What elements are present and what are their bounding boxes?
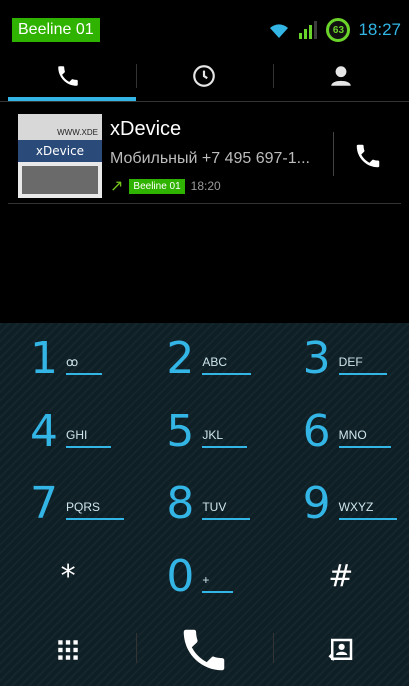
photo-website-text: WWW.XDE bbox=[57, 128, 98, 137]
signal-icon bbox=[299, 21, 318, 39]
phone-icon bbox=[58, 66, 78, 86]
status-bar: Beeline 01 63 18:27 bbox=[0, 0, 409, 42]
call-divider bbox=[333, 132, 334, 176]
call-time: 18:20 bbox=[190, 179, 221, 193]
sim-badge: Beeline 01 bbox=[129, 178, 185, 194]
call-button[interactable] bbox=[136, 613, 272, 686]
key-letters: TUV bbox=[202, 500, 251, 521]
key-5[interactable]: 5 JKL bbox=[136, 396, 272, 469]
contact-name: xDevice bbox=[110, 118, 182, 140]
dialpad-toggle-button[interactable] bbox=[0, 613, 136, 686]
contact-number: Мобильный +7 495 697-1... bbox=[110, 150, 310, 167]
call-log-entry[interactable]: WWW.XDE xDevice xDevice Мобильный +7 495… bbox=[0, 108, 409, 204]
tab-contacts[interactable] bbox=[272, 50, 409, 102]
key-digit: 0 bbox=[166, 550, 195, 602]
key-letters: DEF bbox=[338, 355, 387, 376]
call-meta: ↗ Beeline 01 18:20 bbox=[110, 176, 221, 196]
tab-call-log[interactable] bbox=[136, 50, 272, 102]
key-digit: 6 bbox=[302, 405, 331, 457]
dialpad: 1 ꝏ 2 ABC 3 DEF 4 GHI 5 JKL 6 MNO 7 PQRS… bbox=[0, 323, 409, 686]
key-3[interactable]: 3 DEF bbox=[273, 323, 409, 396]
call-icon bbox=[184, 629, 225, 670]
key-hash[interactable]: # bbox=[273, 541, 409, 614]
key-2[interactable]: 2 ABC bbox=[136, 323, 272, 396]
key-letters: MNO bbox=[338, 428, 391, 448]
clock: 18:27 bbox=[358, 20, 401, 39]
key-digit: 7 bbox=[30, 478, 58, 530]
key-digit: 5 bbox=[166, 405, 195, 457]
key-digit: 4 bbox=[30, 405, 58, 457]
battery-level: 63 bbox=[332, 24, 345, 36]
tab-dialer[interactable] bbox=[0, 50, 137, 102]
contact-photo: WWW.XDE xDevice bbox=[18, 114, 102, 198]
key-1[interactable]: 1 ꝏ bbox=[0, 323, 136, 396]
key-8[interactable]: 8 TUV bbox=[136, 468, 272, 541]
carrier-label: Beeline 01 bbox=[12, 18, 100, 42]
key-0[interactable]: 0 + bbox=[136, 541, 272, 614]
voicemail-icon: ꝏ bbox=[66, 355, 103, 376]
clock-icon bbox=[193, 65, 216, 87]
outgoing-arrow-icon: ↗ bbox=[110, 178, 124, 195]
key-7[interactable]: 7 PQRS bbox=[0, 468, 136, 541]
key-letters: ABC bbox=[202, 355, 252, 376]
battery-icon: 63 bbox=[326, 18, 351, 42]
key-9[interactable]: 9 WXYZ bbox=[273, 468, 409, 541]
photo-brand-text: xDevice bbox=[18, 140, 102, 162]
contact-icon bbox=[331, 66, 351, 86]
dialpad-grid-icon bbox=[58, 639, 78, 660]
key-6[interactable]: 6 MNO bbox=[273, 396, 409, 469]
dialpad-keys: 1 ꝏ 2 ABC 3 DEF 4 GHI 5 JKL 6 MNO 7 PQRS… bbox=[0, 323, 409, 613]
dialer-action-bar bbox=[0, 613, 409, 686]
key-star[interactable]: * bbox=[0, 541, 136, 614]
key-4[interactable]: 4 GHI bbox=[0, 396, 136, 469]
key-digit: 8 bbox=[166, 478, 195, 530]
wifi-icon bbox=[270, 24, 289, 38]
entry-divider bbox=[8, 203, 401, 204]
key-letters: + bbox=[202, 573, 234, 593]
tabs-underline bbox=[0, 101, 409, 102]
tab-bar bbox=[0, 50, 409, 102]
key-digit: 9 bbox=[302, 478, 331, 530]
key-letters: JKL bbox=[202, 428, 248, 448]
key-digit: 2 bbox=[166, 333, 195, 385]
key-digit: * bbox=[60, 558, 76, 594]
phone-icon bbox=[356, 144, 380, 168]
status-icons: 63 18:27 bbox=[268, 16, 401, 44]
add-contact-icon bbox=[328, 638, 353, 661]
key-digit: 1 bbox=[30, 333, 58, 385]
key-digit: # bbox=[328, 558, 354, 594]
key-letters: GHI bbox=[66, 428, 112, 448]
add-contact-button[interactable] bbox=[272, 613, 409, 686]
photo-band-bottom bbox=[22, 166, 98, 194]
call-back-button[interactable] bbox=[344, 132, 392, 180]
key-letters: WXYZ bbox=[338, 500, 398, 521]
key-digit: 3 bbox=[302, 333, 331, 385]
key-letters: PQRS bbox=[66, 500, 125, 521]
